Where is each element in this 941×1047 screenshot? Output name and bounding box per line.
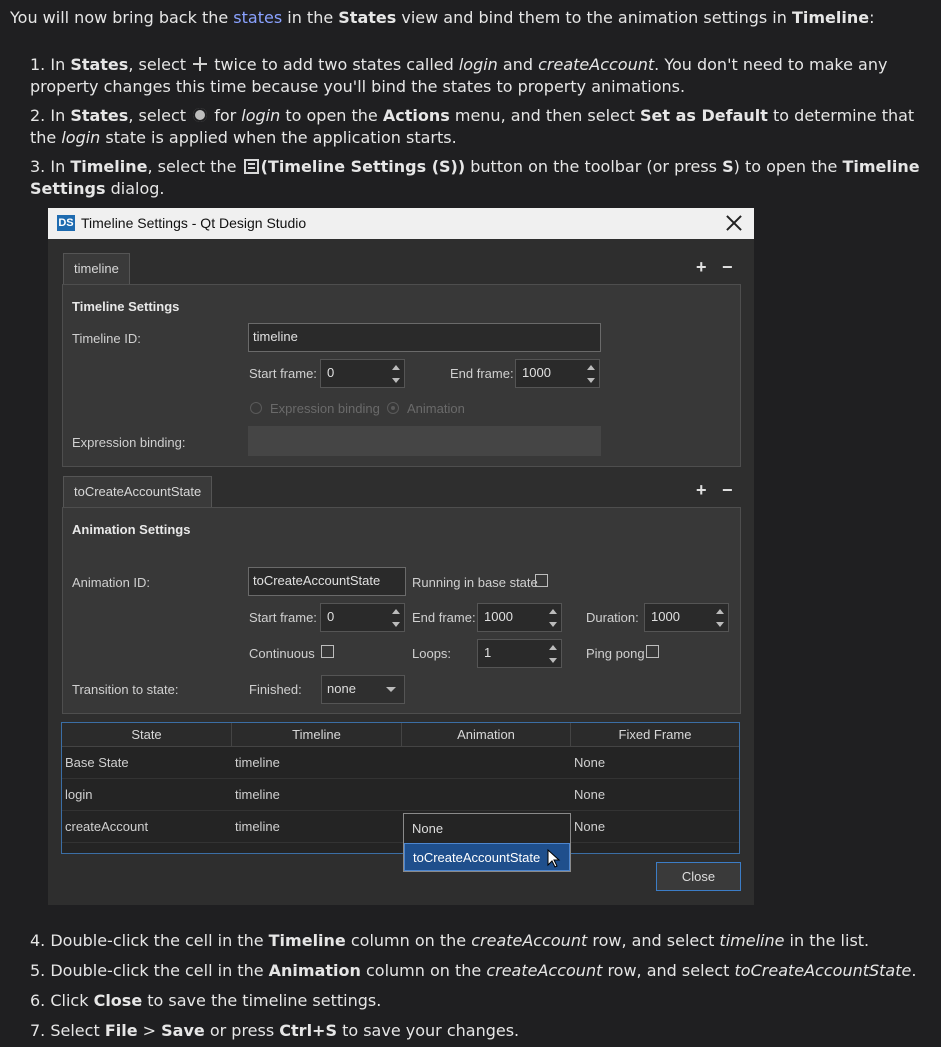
anim-start-frame-label: Start frame: [249,610,317,625]
column-header-animation[interactable]: Animation [402,723,571,747]
intro-text: view and bind them to the animation sett… [396,8,792,27]
ping-pong-label: Ping pong [586,646,645,661]
timeline-settings-dialog: DS Timeline Settings - Qt Design Studio … [48,208,754,905]
anim-end-frame-spinbox[interactable]: 1000 [477,603,562,632]
states-link[interactable]: states [233,8,282,27]
table-cell[interactable] [402,747,571,779]
anim-end-frame-label: End frame: [412,610,476,625]
table-cell[interactable]: timeline [232,747,402,779]
gear-icon [193,108,208,122]
spin-arrows-icon[interactable] [714,606,726,630]
dialog-titlebar: DS Timeline Settings - Qt Design Studio [48,208,754,239]
start-frame-label: Start frame: [249,366,317,381]
animation-id-label: Animation ID: [72,575,151,590]
step-6: 6. Click Close to save the timeline sett… [30,991,382,1010]
finished-label: Finished: [249,682,302,697]
intro-paragraph: You will now bring back the states in th… [10,7,930,29]
table-cell[interactable] [402,779,571,811]
add-timeline-button[interactable]: + [696,257,707,278]
table-cell[interactable]: None [571,779,739,811]
expression-binding-radio-label: Expression binding [270,401,380,416]
running-base-state-label: Running in base state [412,575,538,590]
finished-value: none [327,681,356,696]
chevron-down-icon [386,687,396,692]
column-header-state[interactable]: State [62,723,232,747]
column-header-timeline[interactable]: Timeline [232,723,402,747]
anim-start-frame-value: 0 [327,609,335,624]
transition-label: Transition to state: [72,682,179,697]
end-frame-value: 1000 [522,365,551,380]
ds-logo-icon: DS [57,215,75,231]
table-cell[interactable]: timeline [232,779,402,811]
add-animation-button[interactable]: + [696,480,707,501]
loops-value: 1 [484,645,492,660]
close-icon[interactable] [724,213,744,233]
mouse-cursor-icon [547,849,561,868]
spin-arrows-icon[interactable] [585,362,597,386]
duration-label: Duration: [586,610,639,625]
timeline-id-label: Timeline ID: [72,331,141,346]
intro-text: in the [282,8,339,27]
loops-label: Loops: [412,646,452,661]
start-frame-value: 0 [327,365,335,380]
anim-end-frame-value: 1000 [484,609,513,624]
animation-radio[interactable] [387,402,399,414]
animation-section-title: Animation Settings [72,522,191,537]
plus-icon [193,57,208,71]
dialog-title: Timeline Settings - Qt Design Studio [81,215,307,231]
table-cell[interactable]: timeline [232,811,402,843]
remove-timeline-button[interactable]: − [722,257,733,278]
anim-start-frame-spinbox[interactable]: 0 [320,603,405,632]
popup-option-tocreateaccountstate[interactable]: toCreateAccountState [404,843,570,871]
intro-bold: Timeline [791,8,870,27]
popup-option-none[interactable]: None [404,815,570,843]
continuous-checkbox[interactable] [321,645,334,658]
start-frame-spinbox[interactable]: 0 [320,359,405,388]
ping-pong-checkbox[interactable] [646,645,659,658]
timeline-settings-icon [243,159,259,174]
tab-tocreateaccountstate[interactable]: toCreateAccountState [63,476,213,507]
timeline-id-input[interactable]: timeline [248,323,601,352]
animation-id-input[interactable]: toCreateAccountState [248,567,406,596]
intro-text: : [869,8,875,27]
table-cell[interactable]: None [571,811,739,843]
end-frame-label: End frame: [450,366,514,381]
timeline-section-title: Timeline Settings [72,299,180,314]
spin-arrows-icon[interactable] [547,606,559,630]
animation-radio-label: Animation [407,401,465,416]
table-cell[interactable]: Base State [62,747,232,779]
state-binding-table: State Timeline Animation Fixed Frame Bas… [61,722,740,854]
step-5: 5. Double-click the cell in the Animatio… [30,961,917,980]
running-base-state-checkbox[interactable] [535,574,548,587]
table-cell[interactable]: createAccount [62,811,232,843]
spin-arrows-icon[interactable] [390,606,402,630]
expression-binding-label: Expression binding: [72,435,186,450]
duration-value: 1000 [651,609,680,624]
step-3: 3. In Timeline, select the (Timeline Set… [30,157,920,198]
remove-animation-button[interactable]: − [722,480,733,501]
intro-text: You will now bring back the [10,8,234,27]
tab-timeline[interactable]: timeline [63,253,130,284]
intro-bold: States [338,8,397,27]
table-cell[interactable]: None [571,747,739,779]
close-button[interactable]: Close [656,862,741,891]
table-cell[interactable]: login [62,779,232,811]
expression-binding-radio[interactable] [250,402,262,414]
spin-arrows-icon[interactable] [390,362,402,386]
animation-dropdown-popup: None toCreateAccountState [403,813,571,872]
step-2: 2. In States, select for login to open t… [30,106,915,147]
column-header-fixed-frame[interactable]: Fixed Frame [571,723,739,747]
spin-arrows-icon[interactable] [547,642,559,666]
popup-option-label: toCreateAccountState [413,850,541,865]
loops-spinbox[interactable]: 1 [477,639,562,668]
expression-binding-input [248,426,601,456]
step-7: 7. Select File > Save or press Ctrl+S to… [30,1021,520,1040]
end-frame-spinbox[interactable]: 1000 [515,359,600,388]
finished-combobox[interactable]: none [321,675,405,704]
step-1: 1. In States, select twice to add two st… [30,55,888,96]
duration-spinbox[interactable]: 1000 [644,603,729,632]
continuous-label: Continuous [249,646,315,661]
step-4: 4. Double-click the cell in the Timeline… [30,931,870,950]
